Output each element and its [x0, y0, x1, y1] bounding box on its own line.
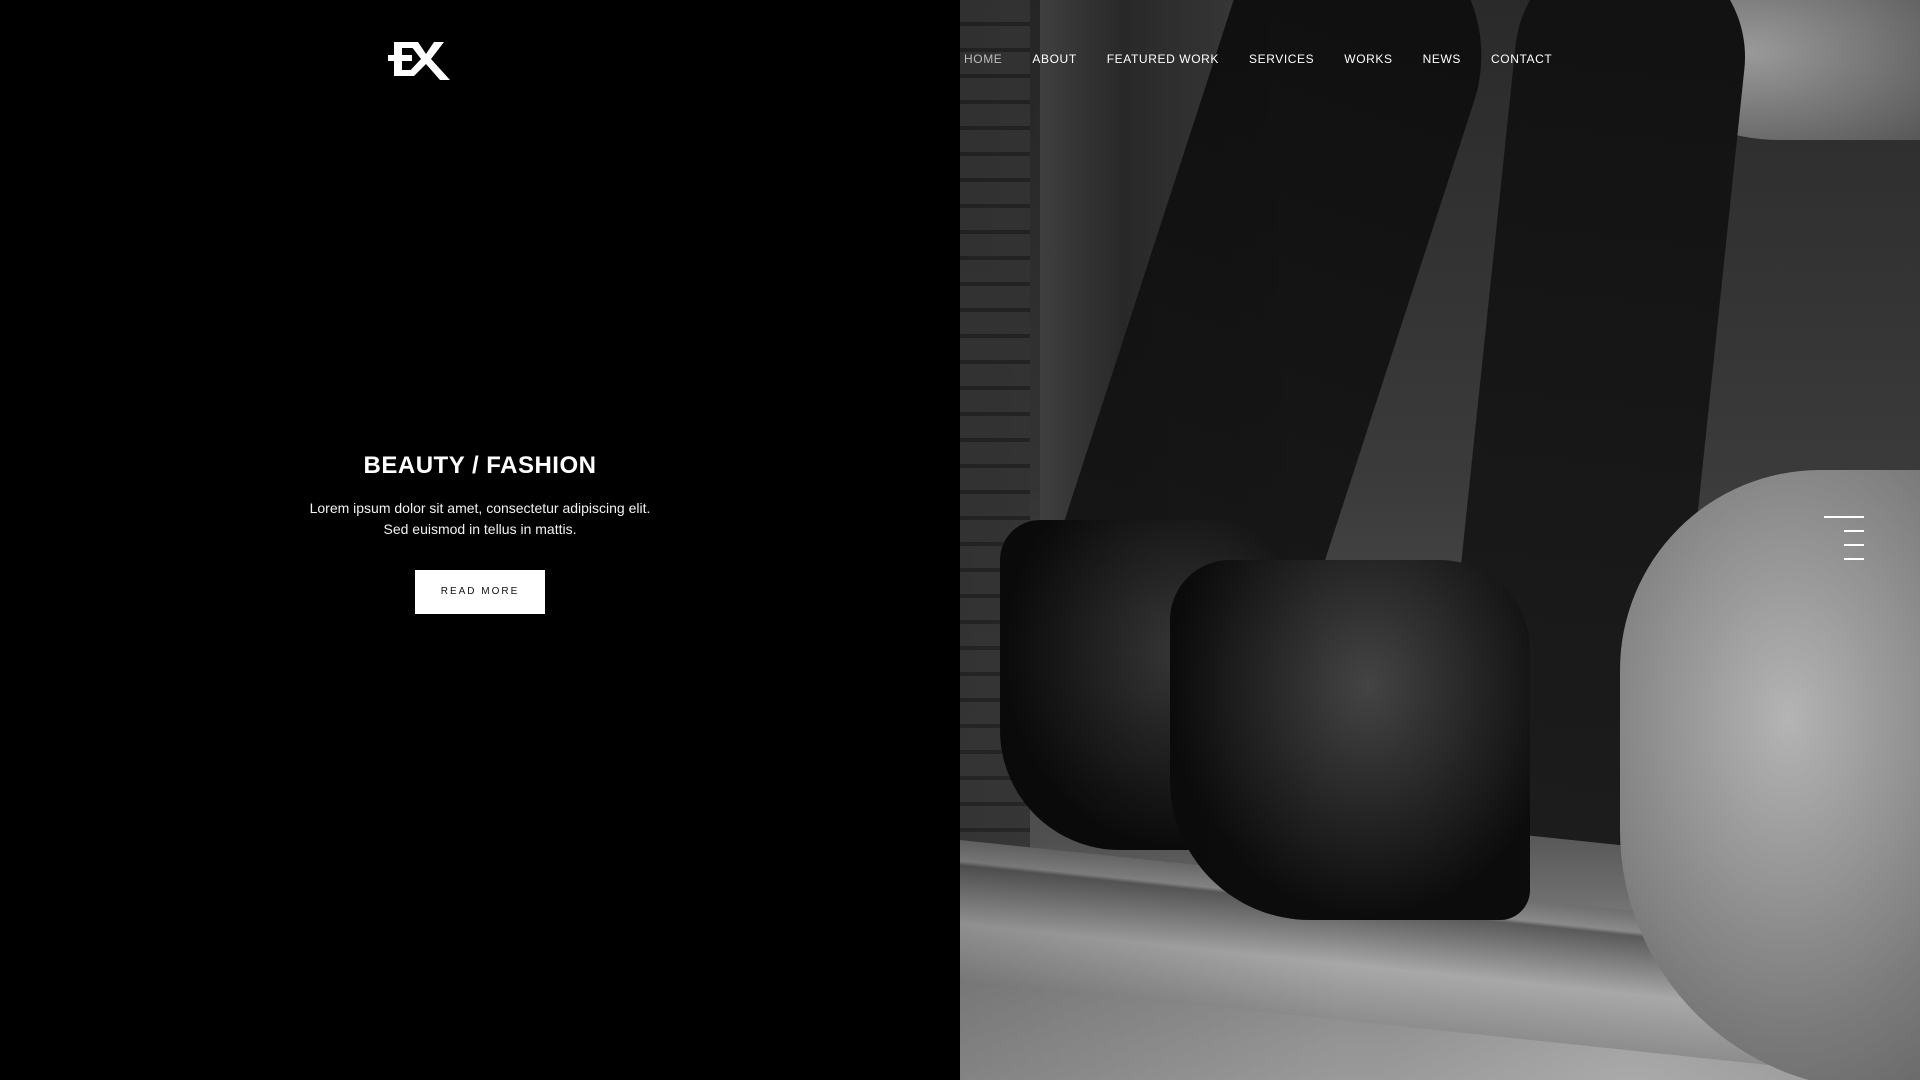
- nav-link-about[interactable]: ABOUT: [1032, 52, 1076, 66]
- hero-description-line-2: Sed euismod in tellus in mattis.: [383, 521, 577, 537]
- nav-link-contact[interactable]: CONTACT: [1491, 52, 1552, 66]
- nav-item-services: SERVICES: [1249, 50, 1314, 68]
- hero-image: [960, 0, 1920, 1080]
- nav-link-news[interactable]: NEWS: [1423, 52, 1461, 66]
- nav-item-works: WORKS: [1344, 50, 1392, 68]
- ex-logo-icon: [388, 42, 450, 80]
- hero-description: Lorem ipsum dolor sit amet, consectetur …: [0, 498, 960, 540]
- menu-line-2: [1844, 530, 1864, 532]
- menu-line-1: [1824, 516, 1864, 518]
- hamburger-menu-icon[interactable]: [1822, 513, 1864, 565]
- nav-link-home[interactable]: HOME: [964, 52, 1002, 66]
- nav-item-news: NEWS: [1423, 50, 1461, 68]
- nav-link-services[interactable]: SERVICES: [1249, 52, 1314, 66]
- hero-description-line-1: Lorem ipsum dolor sit amet, consectetur …: [309, 500, 651, 516]
- hero-content: BEAUTY / FASHION Lorem ipsum dolor sit a…: [0, 452, 960, 614]
- image-shade: [960, 0, 1920, 1080]
- nav-item-featured-work: FEATURED WORK: [1107, 50, 1219, 68]
- nav-item-home: HOME: [964, 50, 1002, 68]
- menu-line-3: [1844, 544, 1864, 546]
- read-more-button[interactable]: READ MORE: [415, 570, 545, 614]
- logo[interactable]: [388, 38, 452, 80]
- main-nav: HOME ABOUT FEATURED WORK SERVICES WORKS …: [964, 50, 1552, 68]
- page: HOME ABOUT FEATURED WORK SERVICES WORKS …: [0, 0, 1920, 1080]
- hero-title: BEAUTY / FASHION: [363, 452, 597, 479]
- menu-line-4: [1844, 558, 1864, 560]
- nav-link-works[interactable]: WORKS: [1344, 52, 1392, 66]
- nav-item-contact: CONTACT: [1491, 50, 1552, 68]
- nav-link-featured-work[interactable]: FEATURED WORK: [1107, 52, 1219, 66]
- nav-item-about: ABOUT: [1032, 50, 1076, 68]
